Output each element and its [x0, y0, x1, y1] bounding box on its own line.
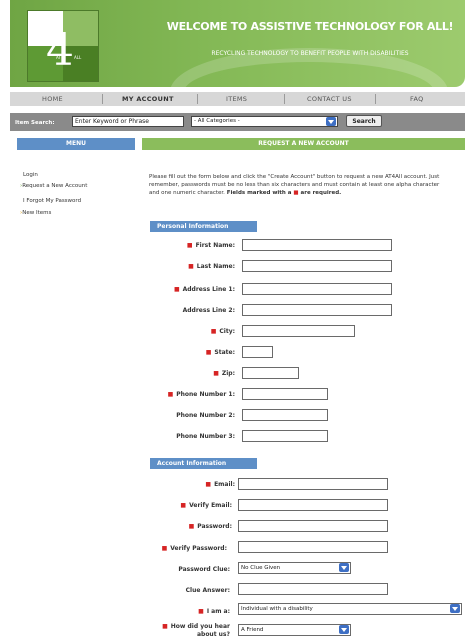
city-input[interactable] — [242, 325, 355, 337]
nav-my-account[interactable]: MY ACCOUNT — [122, 95, 174, 103]
phone2-label: Phone Number 2: — [176, 412, 235, 419]
verify-password-label: ■ Verify Password: — [161, 545, 227, 552]
verify-password-input[interactable] — [238, 541, 388, 553]
phone1-input[interactable] — [242, 388, 328, 400]
menu-request-account-label: Request a New Account — [22, 183, 88, 189]
chevron-down-icon[interactable] — [339, 563, 349, 572]
i-am-label: ■ I am a: — [198, 608, 230, 615]
city-label: ■ City: — [210, 328, 235, 335]
password-label: ■ Password: — [188, 523, 232, 530]
password-clue-value: No Clue Given — [241, 565, 281, 571]
email-label: ■ Email: — [205, 481, 235, 488]
password-input[interactable] — [238, 520, 388, 532]
site-title: WELCOME TO ASSISTIVE TECHNOLOGY FOR ALL! — [166, 20, 454, 33]
zip-label: ■ Zip: — [213, 370, 235, 377]
phone1-label: ■ Phone Number 1: — [167, 391, 235, 398]
chevron-down-icon[interactable] — [326, 117, 336, 126]
menu-request-account[interactable]: ›Request a New Account — [20, 183, 87, 189]
state-input[interactable] — [242, 346, 273, 358]
nav-faq[interactable]: FAQ — [410, 95, 424, 103]
personal-info-header: Personal Information — [150, 221, 257, 232]
phone3-input[interactable] — [242, 430, 328, 442]
last-name-label: ■ Last Name: — [188, 263, 235, 270]
nav-contact-us[interactable]: CONTACT US — [307, 95, 352, 103]
verify-email-label: ■ Verify Email: — [180, 502, 232, 509]
i-am-select[interactable]: Individual with a disability — [238, 603, 462, 615]
password-clue-label: Password Clue: — [178, 566, 230, 573]
how-heard-value: A Friend — [241, 627, 264, 633]
password-clue-select[interactable]: No Clue Given — [238, 562, 351, 574]
address1-label: ■ Address Line 1: — [173, 286, 235, 293]
main-nav: HOME MY ACCOUNT ITEMS CONTACT US FAQ — [10, 92, 465, 106]
category-select[interactable]: - All Categories - — [191, 116, 338, 127]
menu-forgot-password[interactable]: I Forgot My Password — [23, 198, 81, 204]
i-am-value: Individual with a disability — [241, 606, 313, 612]
required-icon: ■ — [293, 190, 299, 196]
first-name-input[interactable] — [242, 239, 392, 251]
intro-required-b: are required. — [300, 190, 342, 196]
menu-new-items[interactable]: ›New Items — [20, 210, 51, 216]
at4all-logo[interactable]: 4 AT ALL — [27, 10, 99, 82]
nav-items[interactable]: ITEMS — [226, 95, 247, 103]
email-input[interactable] — [238, 478, 388, 490]
state-label: ■ State: — [205, 349, 235, 356]
request-account-header: REQUEST A NEW ACCOUNT — [142, 138, 465, 150]
search-button[interactable]: Search — [346, 115, 382, 127]
address1-input[interactable] — [242, 283, 392, 295]
menu-new-items-label: New Items — [22, 210, 52, 216]
search-label: Item Search: — [15, 120, 55, 126]
intro-text: Please fill out the form below and click… — [149, 173, 449, 197]
logo-at: AT — [56, 55, 61, 60]
keyword-input[interactable]: Enter Keyword or Phrase — [72, 116, 184, 127]
chevron-down-icon[interactable] — [450, 604, 460, 613]
logo-all: ALL — [74, 55, 82, 60]
zip-input[interactable] — [242, 367, 299, 379]
logo-number: 4 — [46, 25, 74, 76]
clue-answer-input[interactable] — [238, 583, 388, 595]
category-value: - All Categories - — [194, 118, 240, 124]
menu-login[interactable]: Login — [23, 172, 38, 178]
phone2-input[interactable] — [242, 409, 328, 421]
address2-label: Address Line 2: — [182, 307, 235, 314]
last-name-input[interactable] — [242, 260, 392, 272]
chevron-down-icon[interactable] — [339, 625, 349, 634]
account-info-header: Account Information — [150, 458, 257, 469]
clue-answer-label: Clue Answer: — [185, 587, 230, 594]
site-subtitle: RECYCLING TECHNOLOGY TO BENEFIT PEOPLE W… — [211, 50, 409, 57]
menu-header: MENU — [17, 138, 135, 150]
address2-input[interactable] — [242, 304, 392, 316]
how-heard-label: ■ How did you hear about us? — [162, 623, 230, 638]
first-name-label: ■ First Name: — [186, 242, 235, 249]
nav-home[interactable]: HOME — [42, 95, 63, 103]
how-heard-select[interactable]: A Friend — [238, 624, 351, 636]
intro-required-a: Fields marked with a — [226, 190, 292, 196]
phone3-label: Phone Number 3: — [176, 433, 235, 440]
verify-email-input[interactable] — [238, 499, 388, 511]
